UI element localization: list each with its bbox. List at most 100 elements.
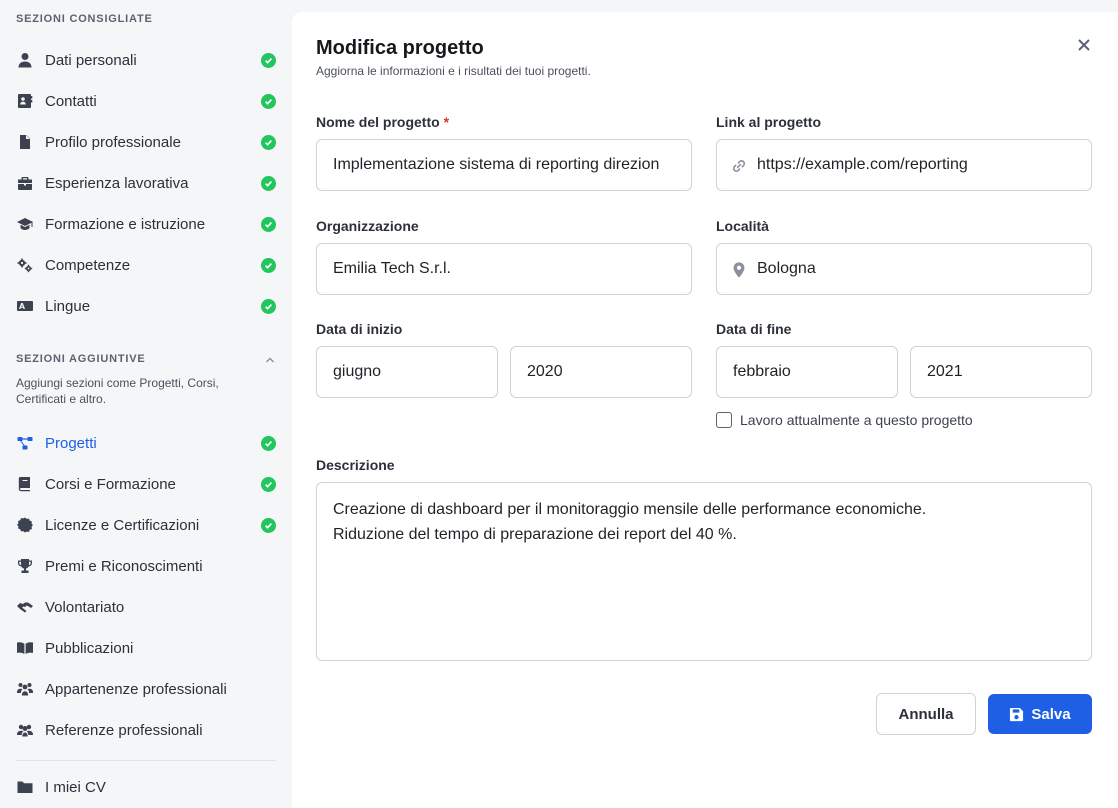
sidebar-item-label: Appartenenze professionali — [45, 680, 227, 698]
sidebar-item-licenze-certificazioni[interactable]: Licenze e Certificazioni — [0, 507, 291, 543]
sidebar-item-label: Volontariato — [45, 598, 125, 616]
open-book-icon — [16, 639, 34, 657]
floppy-disk-icon — [1009, 707, 1024, 722]
sidebar-item-label: Formazione e istruzione — [45, 215, 206, 233]
panel-title: Modifica progetto — [316, 37, 484, 59]
check-icon — [261, 435, 276, 451]
project-name-input[interactable]: Implementazione sistema di reporting dir… — [316, 139, 692, 191]
panel-subtitle: Aggiorna le informazioni e i risultati d… — [316, 64, 591, 78]
cancel-button-label: Annulla — [898, 705, 954, 723]
sidebar: SEZIONI CONSIGLIATE Dati personali Conta… — [0, 0, 291, 808]
map-pin-icon — [729, 260, 749, 280]
sidebar-item-premi-riconoscimenti[interactable]: Premi e Riconoscimenti — [0, 548, 291, 584]
users-icon — [16, 721, 34, 739]
check-icon — [261, 175, 276, 191]
sidebar-item-label: Progetti — [45, 434, 97, 452]
sidebar-item-pubblicazioni[interactable]: Pubblicazioni — [0, 630, 291, 666]
sidebar-item-formazione-istruzione[interactable]: Formazione e istruzione — [0, 206, 291, 242]
sidebar-divider — [16, 760, 276, 761]
description-label: Descrizione — [316, 457, 395, 473]
organization-label: Organizzazione — [316, 218, 419, 234]
sidebar-item-label: Competenze — [45, 256, 131, 274]
recommended-sections-title: SEZIONI CONSIGLIATE — [16, 13, 153, 25]
sidebar-item-label: Pubblicazioni — [45, 639, 134, 657]
save-button-label: Salva — [1031, 705, 1071, 723]
end-month-value: febbraio — [733, 363, 791, 380]
sidebar-item-contatti[interactable]: Contatti — [0, 83, 291, 119]
link-icon — [729, 156, 749, 176]
description-line: Riduzione del tempo di preparazione dei … — [333, 526, 737, 543]
check-icon — [261, 298, 276, 314]
project-link-label: Link al progetto — [716, 114, 821, 130]
location-input[interactable]: Bologna — [716, 243, 1092, 295]
folder-icon — [16, 778, 34, 796]
book-icon — [16, 475, 34, 493]
sidebar-item-label: Dati personali — [45, 51, 137, 69]
additional-sections-title: SEZIONI AGGIUNTIVE — [16, 353, 146, 365]
required-mark: * — [443, 114, 450, 130]
project-diagram-icon — [16, 434, 34, 452]
people-group-icon — [16, 680, 34, 698]
project-link-value: https://example.com/reporting — [757, 156, 968, 173]
close-icon — [1077, 38, 1091, 57]
description-textarea[interactable]: Creazione di dashboard per il monitoragg… — [316, 482, 1092, 661]
current-project-checkbox-label: Lavoro attualmente a questo progetto — [740, 412, 973, 428]
sidebar-item-volontariato[interactable]: Volontariato — [0, 589, 291, 625]
sidebar-item-profilo-professionale[interactable]: Profilo professionale — [0, 124, 291, 160]
gears-icon — [16, 256, 34, 274]
close-button[interactable] — [1075, 38, 1093, 56]
sidebar-item-esperienza-lavorativa[interactable]: Esperienza lavorativa — [0, 165, 291, 201]
location-label: Località — [716, 218, 769, 234]
save-button[interactable]: Salva — [988, 694, 1092, 734]
language-icon — [16, 297, 34, 315]
additional-sections-description: Aggiungi sezioni come Progetti, Corsi, C… — [16, 376, 219, 406]
chevron-up-icon[interactable] — [264, 353, 276, 365]
end-year-value: 2021 — [927, 363, 963, 380]
cancel-button[interactable]: Annulla — [876, 693, 976, 735]
sidebar-item-label: Licenze e Certificazioni — [45, 516, 200, 534]
sidebar-item-progetti[interactable]: Progetti — [0, 425, 291, 461]
sidebar-item-label: Premi e Riconoscimenti — [45, 557, 203, 575]
sidebar-item-miei-cv[interactable]: I miei CV — [0, 769, 291, 805]
end-year-input[interactable]: 2021 — [910, 346, 1092, 398]
document-icon — [16, 133, 34, 151]
sidebar-item-corsi-formazione[interactable]: Corsi e Formazione — [0, 466, 291, 502]
handshake-icon — [16, 598, 34, 616]
check-icon — [261, 216, 276, 232]
start-year-input[interactable]: 2020 — [510, 346, 692, 398]
check-icon — [261, 517, 276, 533]
check-icon — [261, 93, 276, 109]
project-name-label: Nome del progetto * — [316, 114, 449, 130]
project-name-value: Implementazione sistema di reporting dir… — [333, 156, 660, 173]
organization-input[interactable]: Emilia Tech S.r.l. — [316, 243, 692, 295]
certificate-icon — [16, 516, 34, 534]
contact-card-icon — [16, 92, 34, 110]
sidebar-item-label: Corsi e Formazione — [45, 475, 176, 493]
sidebar-item-label: Lingue — [45, 297, 91, 315]
check-icon — [261, 257, 276, 273]
sidebar-item-label: Contatti — [45, 92, 97, 110]
description-line: Creazione di dashboard per il monitoragg… — [333, 501, 927, 518]
sidebar-item-competenze[interactable]: Competenze — [0, 247, 291, 283]
organization-value: Emilia Tech S.r.l. — [333, 260, 451, 277]
start-month-select[interactable]: giugno — [316, 346, 498, 398]
start-year-value: 2020 — [527, 363, 563, 380]
end-month-select[interactable]: febbraio — [716, 346, 898, 398]
sidebar-item-dati-personali[interactable]: Dati personali — [0, 42, 291, 78]
project-link-input[interactable]: https://example.com/reporting — [716, 139, 1092, 191]
check-icon — [261, 134, 276, 150]
project-name-label-text: Nome del progetto — [316, 114, 440, 130]
sidebar-item-label: Esperienza lavorativa — [45, 174, 189, 192]
sidebar-item-label: I miei CV — [45, 778, 106, 796]
start-date-label: Data di inizio — [316, 321, 403, 337]
sidebar-item-lingue[interactable]: Lingue — [0, 288, 291, 324]
graduation-cap-icon — [16, 215, 34, 233]
sidebar-item-label: Referenze professionali — [45, 721, 203, 739]
sidebar-item-appartenenze-professionali[interactable]: Appartenenze professionali — [0, 671, 291, 707]
current-project-checkbox[interactable] — [716, 412, 732, 428]
start-month-value: giugno — [333, 363, 382, 380]
sidebar-item-label: Profilo professionale — [45, 133, 181, 151]
check-icon — [261, 476, 276, 492]
end-date-label: Data di fine — [716, 321, 792, 337]
sidebar-item-referenze-professionali[interactable]: Referenze professionali — [0, 712, 291, 748]
